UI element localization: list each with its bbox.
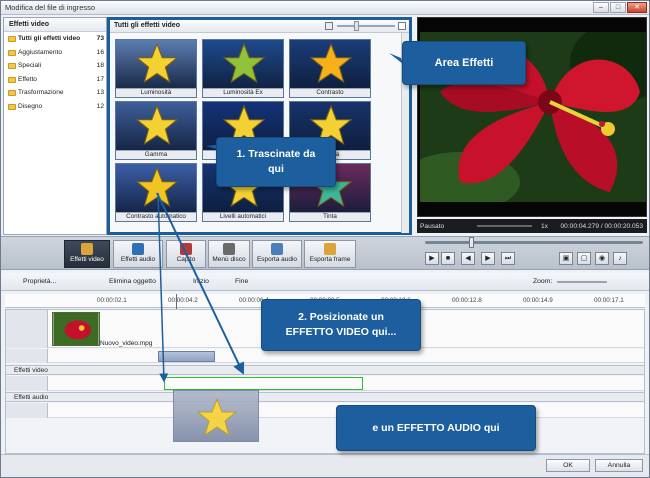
callout-text: e un EFFETTO AUDIO qui	[372, 422, 500, 434]
callout-line: qui	[268, 163, 284, 175]
instruction-arrows	[156, 53, 403, 383]
callout-line: 2. Posizionate un	[298, 311, 384, 323]
place-audio-effect-callout: e un EFFETTO AUDIO qui	[336, 405, 536, 451]
dialog-window: Modifica del file di ingresso – □ ✕ Effe…	[0, 0, 650, 478]
effects-area-callout: Area Effetti	[402, 41, 526, 85]
effects-area-callout-text: Area Effetti	[434, 57, 494, 69]
place-video-effect-callout: 2. Posizionate un EFFETTO VIDEO qui...	[261, 299, 421, 351]
callout-line: EFFETTO VIDEO qui...	[285, 326, 397, 338]
callout-line: 1. Trascinate da	[236, 148, 316, 160]
drag-from-here-callout: 1. Trascinate da qui	[216, 137, 336, 187]
